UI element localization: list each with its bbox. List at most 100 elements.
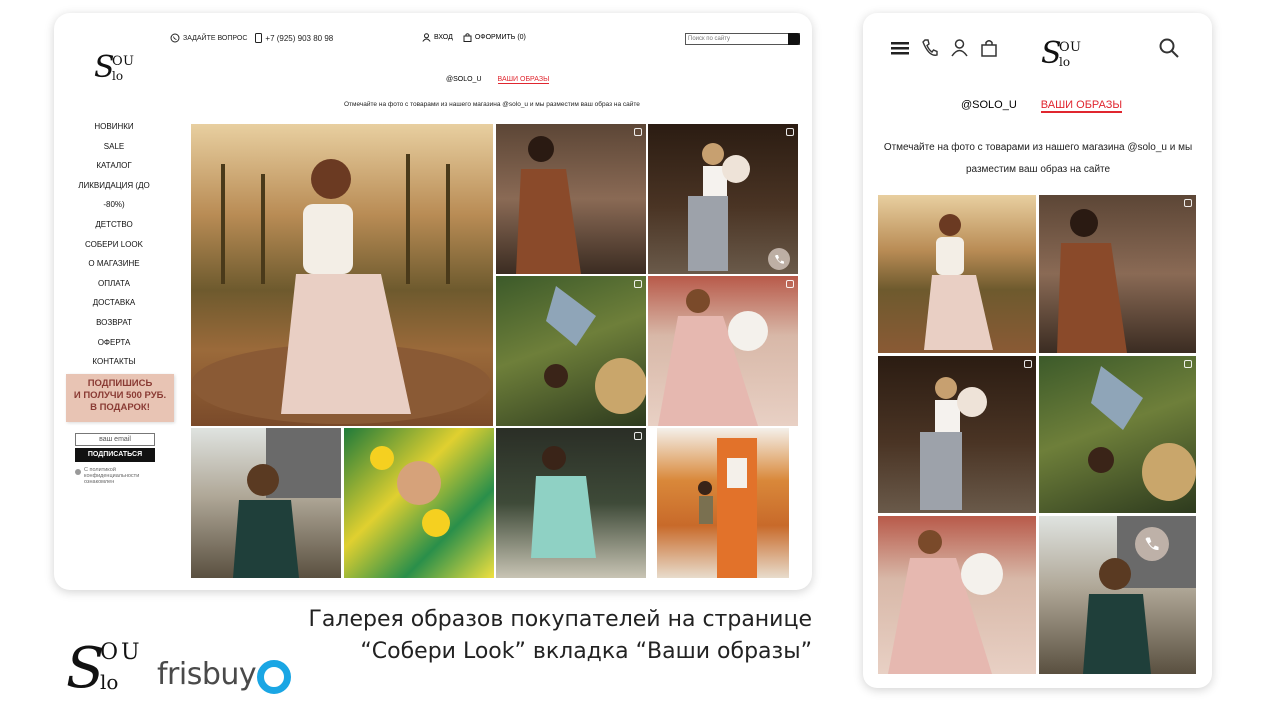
sidebar-menu: НОВИНКИ SALE КАТАЛОГ ЛИКВИДАЦИЯ (ДО -80%… bbox=[68, 117, 160, 372]
gallery-photo[interactable] bbox=[878, 195, 1036, 353]
photo-woman-floral-dress bbox=[888, 530, 1003, 674]
tab-your-looks[interactable]: ВАШИ ОБРАЗЫ bbox=[497, 76, 550, 84]
gallery-tabs: @SOLO_U ВАШИ ОБРАЗЫ bbox=[446, 76, 550, 84]
search-icon[interactable] bbox=[1158, 37, 1180, 59]
search-input[interactable]: Поиск по сайту bbox=[685, 33, 800, 45]
bag-icon[interactable] bbox=[981, 39, 997, 57]
caption-line-1: Отмечайте на фото с товарами из нашего м… bbox=[883, 142, 1193, 153]
privacy-consent[interactable]: С политикой конфиденциальности ознакомле… bbox=[75, 467, 165, 485]
photo-woman-flowers bbox=[920, 377, 987, 510]
login-label: ВХОД bbox=[434, 34, 453, 41]
gallery-photo[interactable] bbox=[878, 356, 1036, 513]
gallery-photo[interactable] bbox=[344, 428, 494, 578]
menu-item-about[interactable]: О МАГАЗИНЕ bbox=[68, 254, 160, 274]
slide-caption-line-2: “Собери Look” вкладка “Ваши образы” bbox=[360, 639, 812, 664]
gallery-photo[interactable] bbox=[648, 124, 798, 274]
subscribe-button[interactable]: ПОДПИСАТЬСЯ bbox=[75, 448, 155, 462]
gallery-photo[interactable] bbox=[496, 124, 646, 274]
multi-photo-icon bbox=[634, 280, 642, 288]
mobile-screenshot: S O U lo @SOLO_U ВАШИ ОБРАЗЫ Отмечайте н… bbox=[863, 13, 1212, 688]
gallery-photo[interactable] bbox=[191, 428, 341, 578]
phone-link[interactable]: +7 (925) 903 80 98 bbox=[255, 33, 333, 43]
slide-caption: Галерея образов покупателей на странице … bbox=[250, 604, 812, 668]
photo-woman-brown-suit bbox=[516, 136, 581, 274]
photo-woman-green-jacket bbox=[233, 428, 341, 578]
menu-item-contacts[interactable]: КОНТАКТЫ bbox=[68, 352, 160, 372]
photo-woman-brown-suit bbox=[1057, 209, 1127, 353]
photo-woman-lying-hat bbox=[1088, 366, 1196, 501]
multi-photo-icon bbox=[786, 280, 794, 288]
gallery-photo[interactable] bbox=[496, 428, 646, 578]
account-bar: ВХОД ОФОРМИТЬ (0) bbox=[422, 33, 526, 42]
mobile-gallery-tabs: @SOLO_U ВАШИ ОБРАЗЫ bbox=[961, 99, 1123, 113]
whatsapp-icon bbox=[170, 33, 180, 43]
menu-item-delivery[interactable]: ДОСТАВКА bbox=[68, 293, 160, 313]
menu-item-new[interactable]: НОВИНКИ bbox=[68, 117, 160, 137]
promo-line-2: И ПОЛУЧИ 500 руб. bbox=[73, 390, 167, 401]
gallery-photo[interactable] bbox=[191, 124, 493, 426]
ask-question-label: ЗАДАЙТЕ ВОПРОС bbox=[183, 34, 248, 42]
mobile-header-icons bbox=[891, 39, 997, 57]
menu-item-offer[interactable]: ОФЕРТА bbox=[68, 333, 160, 353]
multi-photo-icon bbox=[1024, 360, 1032, 368]
menu-item-payment[interactable]: ОПЛАТА bbox=[68, 274, 160, 294]
tab-solo-u[interactable]: @SOLO_U bbox=[446, 76, 482, 84]
svg-text:U: U bbox=[123, 54, 134, 69]
promo-line-3: В ПОДАРОК! bbox=[90, 402, 150, 413]
menu-item-liquidation[interactable]: ЛИКВИДАЦИЯ (ДО bbox=[68, 176, 160, 196]
multi-photo-icon bbox=[1184, 199, 1192, 207]
gallery-photo[interactable] bbox=[878, 516, 1036, 674]
search-button[interactable] bbox=[788, 33, 800, 45]
menu-icon[interactable] bbox=[891, 41, 909, 55]
user-icon[interactable] bbox=[951, 39, 968, 57]
svg-text:U: U bbox=[1070, 40, 1081, 55]
gallery-photo[interactable] bbox=[657, 428, 789, 578]
svg-text:lo: lo bbox=[1059, 55, 1070, 69]
svg-text:O: O bbox=[1059, 40, 1070, 55]
svg-text:O: O bbox=[112, 54, 123, 69]
multi-photo-icon bbox=[634, 432, 642, 440]
svg-text:O: O bbox=[100, 640, 118, 665]
svg-text:S: S bbox=[66, 636, 104, 699]
subscribe-promo-banner: ПОДПИШИСЬ И ПОЛУЧИ 500 руб. В ПОДАРОК! bbox=[66, 374, 174, 422]
photo-woman-vineyard bbox=[924, 214, 993, 350]
checkout-link[interactable]: ОФОРМИТЬ (0) bbox=[463, 33, 526, 42]
solo-u-logo: S O U lo bbox=[94, 50, 134, 85]
tab-your-looks[interactable]: ВАШИ ОБРАЗЫ bbox=[1040, 99, 1123, 113]
photo-woman-lying-hat bbox=[544, 286, 646, 414]
user-icon bbox=[422, 33, 431, 42]
ask-question-link[interactable]: ЗАДАЙТЕ ВОПРОС bbox=[170, 33, 247, 43]
search-placeholder: Поиск по сайту bbox=[688, 36, 731, 42]
menu-item-return[interactable]: ВОЗВРАТ bbox=[68, 313, 160, 333]
phone-icon[interactable] bbox=[922, 39, 938, 57]
multi-photo-icon bbox=[786, 128, 794, 136]
svg-text:U: U bbox=[121, 640, 140, 665]
svg-text:lo: lo bbox=[100, 670, 118, 694]
login-link[interactable]: ВХОД bbox=[422, 33, 453, 42]
tab-solo-u[interactable]: @SOLO_U bbox=[961, 99, 1017, 113]
gallery-photo[interactable] bbox=[648, 276, 798, 426]
gallery-photo[interactable] bbox=[1039, 356, 1196, 513]
frisbuy-circle-icon bbox=[257, 659, 292, 694]
call-button-icon[interactable] bbox=[768, 248, 790, 270]
photo-woman-green-jacket bbox=[1083, 516, 1196, 674]
svg-text:lo: lo bbox=[112, 69, 123, 83]
menu-item-catalog[interactable]: КАТАЛОГ bbox=[68, 156, 160, 176]
email-field[interactable]: ваш email bbox=[75, 433, 155, 446]
gallery-photo[interactable] bbox=[1039, 516, 1196, 674]
menu-item-sale[interactable]: SALE bbox=[68, 137, 160, 157]
call-button-icon[interactable] bbox=[1135, 527, 1169, 561]
phone-icon bbox=[774, 254, 784, 264]
desktop-screenshot: S O U lo ЗАДАЙТЕ ВОПРОС +7 (925) 903 80 … bbox=[54, 13, 812, 590]
menu-item-collect-look[interactable]: СОБЕРИ LOOK bbox=[68, 235, 160, 255]
gallery-photo[interactable] bbox=[1039, 195, 1196, 353]
phone-icon bbox=[255, 33, 263, 43]
gallery-photo[interactable] bbox=[496, 276, 646, 426]
gallery-caption: Отмечайте на фото с товарами из нашего м… bbox=[344, 101, 640, 108]
phone-number: +7 (925) 903 80 98 bbox=[265, 33, 334, 43]
consent-checkbox[interactable] bbox=[75, 469, 81, 475]
menu-item-kids[interactable]: ДЕТСТВО bbox=[68, 215, 160, 235]
top-contact-bar: ЗАДАЙТЕ ВОПРОС +7 (925) 903 80 98 bbox=[170, 33, 341, 43]
photo-woman-vineyard bbox=[191, 154, 491, 424]
menu-item-liquidation-cont[interactable]: -80%) bbox=[68, 195, 160, 215]
